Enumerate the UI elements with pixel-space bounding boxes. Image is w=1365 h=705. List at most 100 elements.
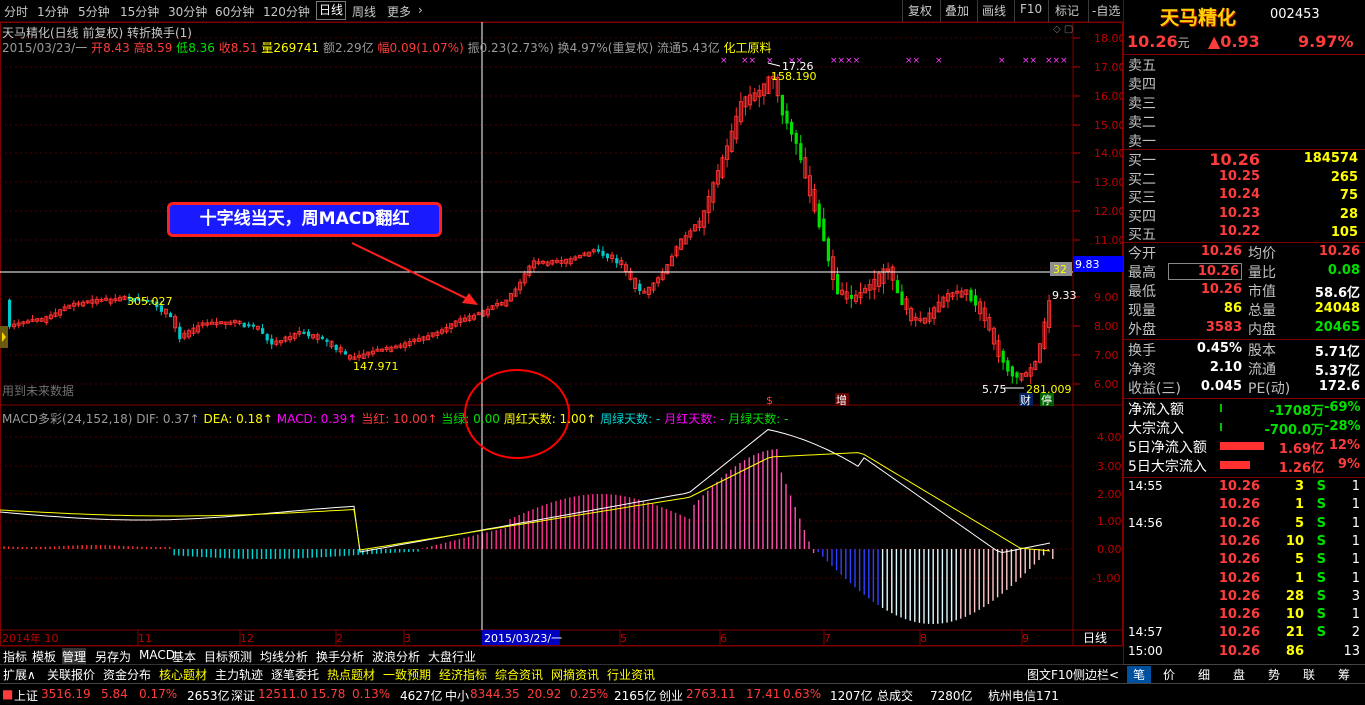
sidebar-toggle[interactable]: 侧边栏< [1073,666,1119,683]
index-name[interactable]: 创业 [659,687,683,704]
event-mark-ting[interactable]: 停 [1041,393,1052,407]
dif-line [0,429,1051,554]
tab-bi[interactable]: 笔 [1127,666,1152,683]
tab-shi[interactable]: 势 [1268,666,1280,683]
biaoji-button[interactable]: 标记 [1055,2,1079,19]
event-mark-zeng[interactable]: 增 [836,393,847,407]
tab-zhubi[interactable]: 逐笔委托 [271,666,319,683]
kline-chart-area[interactable]: 18.00 17.00 16.00 15.00 14.00 13.00 12.0… [0,22,1123,646]
period-tab-weekly[interactable]: 周线 [352,3,376,20]
tab-muban[interactable]: 模板 [32,648,56,665]
tab-chou[interactable]: 筹 [1338,666,1350,683]
f10-button[interactable]: F10 [1020,2,1042,16]
flow-row: 5日净流入额 1.69亿 12% [1128,438,1360,457]
candle-body [638,283,642,292]
period-tab-fenshi[interactable]: 分时 [4,3,28,20]
cursor-date-label: 2015/03/23/一 [484,632,562,645]
index-pct: 0.25% [570,687,609,701]
bid-row[interactable]: 买二 10.25 265 [1128,169,1364,188]
macd-axis-label: -1.00 [1092,572,1120,585]
tab-redian[interactable]: 热点题材 [327,666,375,683]
event-mark-s[interactable]: $ [766,394,773,407]
stock-name: 天马精化 [1160,7,1237,29]
index-name[interactable]: 深证 [231,687,255,704]
period-tab-1min[interactable]: 1分钟 [37,3,69,20]
tab-mubiao[interactable]: 目标预测 [204,648,252,665]
tab-guanli[interactable]: 管理 [62,648,87,665]
candle-body [307,331,311,337]
server-label[interactable]: 杭州电信171 [988,687,1059,704]
index-name[interactable]: 中小 [445,687,469,704]
chevron-right-icon[interactable]: › [418,3,423,17]
tab-lingcunwei[interactable]: 另存为 [95,648,131,665]
peak-volume-label: 158.190 [771,70,817,83]
index-name[interactable]: 上证 [14,687,38,704]
candle-body [169,313,173,318]
tab-jia[interactable]: 价 [1163,666,1175,683]
period-tab-daily[interactable]: 日线 [316,1,347,20]
tab-zijin[interactable]: 资金分布 [103,666,151,683]
tab-yizhi[interactable]: 一致预期 [383,666,431,683]
bid-row[interactable]: 买三 10.24 75 [1128,187,1364,206]
tab-tuwen-f10[interactable]: 图文F10 [1027,666,1073,683]
bid-row[interactable]: 买四 10.23 28 [1128,206,1364,225]
ask-row[interactable]: 卖二 [1128,112,1364,131]
period-tab-5min[interactable]: 5分钟 [78,3,110,20]
total-amount: 7280亿 [930,689,973,703]
tab-macd[interactable]: MACD [139,648,175,662]
tab-wangzhai[interactable]: 网摘资讯 [551,666,599,683]
period-tab-15min[interactable]: 15分钟 [120,3,159,20]
period-tab-60min[interactable]: 60分钟 [215,3,254,20]
tab-jingji[interactable]: 经济指标 [439,666,487,683]
zixuan-button[interactable]: -自选 [1092,2,1120,19]
svg-text:×××: ××× [1045,56,1068,66]
dea-line [0,452,1051,552]
tab-junxian[interactable]: 均线分析 [260,648,308,665]
tab-lian[interactable]: 联 [1303,666,1315,683]
period-label: 日线 [1083,631,1107,645]
tab-kuozhan[interactable]: 扩展∧ [3,666,36,683]
huaxian-button[interactable]: 画线 [982,2,1006,19]
index-value: 8344.35 [470,687,520,701]
indicator-tab-bar: 指标 模板 管理 另存为 MACD 基本 目标预测 均线分析 换手分析 波浪分析… [0,646,1123,665]
index-amount: 4627亿 [400,689,443,703]
date-axis-label: 2 [336,632,343,645]
tab-zonghe[interactable]: 综合资讯 [495,666,543,683]
price-axis-label: 15.00 [1094,119,1123,132]
ask-row[interactable]: 卖五 [1128,55,1364,74]
tab-dapan[interactable]: 大盘行业 [428,648,476,665]
bid-row[interactable]: 买五 10.22 105 [1128,224,1364,243]
tab-pan[interactable]: 盘 [1233,666,1245,683]
svg-text:××: ×× [1022,56,1037,66]
price-axis-label: 6.00 [1094,378,1119,391]
tab-jiben[interactable]: 基本 [172,648,196,665]
svg-text:×: × [998,56,1006,66]
candle-body [242,322,246,328]
tab-zhuli[interactable]: 主力轨迹 [215,666,263,683]
index-amount: 2653亿 [187,689,230,703]
svg-text:×: × [720,56,728,66]
candle-body [836,273,840,295]
fuquan-button[interactable]: 复权 [908,2,932,19]
period-tab-120min[interactable]: 120分钟 [263,3,310,20]
event-mark-cai[interactable]: 财 [1020,393,1031,407]
ask-row[interactable]: 卖四 [1128,74,1364,93]
ask-row[interactable]: 卖一 [1128,131,1364,150]
diejia-button[interactable]: 叠加 [945,2,969,19]
tab-guanlian[interactable]: 关联报价 [47,666,95,683]
flow-row: 净流入额 -1708万 -69% [1128,400,1361,419]
tab-bolang[interactable]: 波浪分析 [372,648,420,665]
tab-xi[interactable]: 细 [1198,666,1210,683]
period-tab-more[interactable]: 更多 [387,3,411,20]
macd-axis-label: 2.00 [1097,488,1122,501]
index-change: 5.84 [101,687,128,701]
period-tab-30min[interactable]: 30分钟 [168,3,207,20]
ask-row[interactable]: 卖三 [1128,93,1364,112]
tab-huanshou[interactable]: 换手分析 [316,648,364,665]
tab-hangye[interactable]: 行业资讯 [607,666,655,683]
tab-zhibiao[interactable]: 指标 [3,648,27,665]
bid-row[interactable]: 买一 10.26 184574 [1128,150,1364,169]
tab-hexin[interactable]: 核心题材 [159,666,207,683]
chart-corner-icons[interactable]: ◇ ▢ [1053,24,1073,35]
tick-row: 10.26 5 S 1 [1218,552,1360,568]
